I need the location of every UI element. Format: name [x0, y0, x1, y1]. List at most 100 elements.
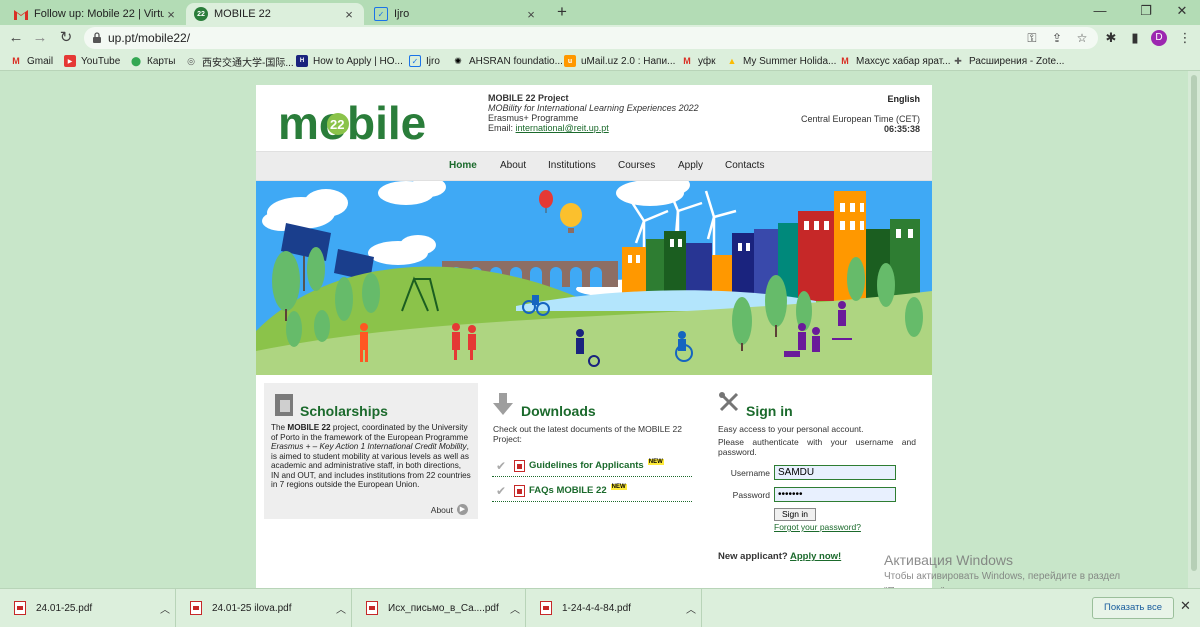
chevron-up-icon[interactable]: ︿	[155, 601, 175, 616]
bookmark-maxsus[interactable]: M Махсус хабар ярат...	[839, 53, 950, 69]
university-icon: ◎	[187, 55, 195, 66]
bookmark-umail[interactable]: u uMail.uz 2.0 : Напи...	[564, 53, 675, 69]
time-value: 06:35:38	[883, 124, 920, 134]
downloads-title: Downloads	[521, 403, 596, 419]
gmail-icon: M	[12, 56, 20, 66]
url-text[interactable]: up.pt/mobile22/	[108, 31, 190, 45]
download-faqs[interactable]: ✔ FAQs MOBILE 22 NEW	[492, 480, 692, 502]
nav-about[interactable]: About	[500, 160, 526, 171]
downloads-card: Downloads Check out the latest documents…	[492, 383, 692, 519]
new-badge: NEW	[610, 483, 627, 490]
gmail-icon: M	[841, 56, 849, 66]
minimize-button[interactable]: —	[1082, 0, 1118, 25]
pdf-icon	[514, 459, 525, 472]
youtube-icon: ▶	[64, 55, 76, 67]
chevron-up-icon[interactable]: ︿	[681, 601, 701, 616]
clock: Central European Time (CET) 06:35:38	[801, 114, 920, 134]
pdf-file-icon	[190, 601, 202, 615]
signin-card: Sign in Easy access to your personal acc…	[718, 383, 928, 573]
mobile22-logo[interactable]: mobile 22	[278, 97, 448, 149]
downloads-bar: 24.01-25.pdf ︿ 24.01-25 ilova.pdf ︿ Исх_…	[0, 588, 1200, 627]
scrollbar-thumb[interactable]	[1191, 75, 1197, 571]
signin-text-2: Please authenticate with your username a…	[718, 437, 916, 457]
download-item[interactable]: 24.01-25.pdf ︿	[0, 589, 176, 627]
back-button[interactable]: ←	[6, 28, 26, 48]
browser-toolbar: ← → ↻ up.pt/mobile22/ ⚿ ⇪ ☆ ✱ ▮ D ⋮	[0, 25, 1200, 51]
bookmark-youtube[interactable]: ▶ YouTube	[64, 53, 120, 69]
nav-apply[interactable]: Apply	[678, 160, 703, 171]
tab-mobile22[interactable]: 22 MOBILE 22 ×	[186, 3, 364, 25]
reload-button[interactable]: ↻	[56, 28, 76, 48]
gmail-icon	[14, 7, 28, 21]
download-guidelines[interactable]: ✔ Guidelines for Applicants NEW	[492, 455, 692, 477]
key-icon[interactable]: ⚿	[1024, 30, 1040, 46]
bookmark-ijro[interactable]: ✓ Ijro	[409, 53, 440, 69]
pdf-file-icon	[14, 601, 26, 615]
project-subtitle: MOBility for International Learning Expe…	[488, 103, 699, 113]
signin-text-1: Easy access to your personal account.	[718, 424, 864, 434]
share-icon[interactable]: ⇪	[1049, 30, 1065, 46]
chevron-up-icon[interactable]: ︿	[331, 601, 351, 616]
new-badge: NEW	[647, 458, 664, 465]
book-icon	[275, 394, 293, 416]
download-item[interactable]: 24.01-25 ilova.pdf ︿	[176, 589, 352, 627]
bookmark-extensions[interactable]: ✚ Расширения - Zote...	[952, 53, 1064, 69]
hero-illustration	[256, 181, 932, 375]
address-bar[interactable]: up.pt/mobile22/ ⚿ ⇪ ☆	[84, 27, 1098, 49]
close-window-button[interactable]: ✕	[1164, 0, 1200, 25]
download-item[interactable]: Исх_письмо_в_Са....pdf ︿	[352, 589, 526, 627]
bookmark-how-to-apply[interactable]: H How to Apply | HO...	[296, 53, 403, 69]
show-all-downloads-button[interactable]: Показать все	[1092, 597, 1174, 619]
forward-button[interactable]: →	[30, 28, 50, 48]
close-downloads-bar-icon[interactable]: ✕	[1180, 598, 1191, 614]
bookmark-ufk[interactable]: Mуфк	[681, 53, 715, 69]
project-title: MOBILE 22 Project	[488, 93, 569, 103]
arrow-left-icon: ←	[8, 29, 24, 46]
email-link[interactable]: international@reit.up.pt	[516, 123, 609, 133]
close-tab-icon[interactable]: ×	[164, 7, 178, 22]
foundation-icon: ✺	[454, 55, 462, 66]
password-input[interactable]: •••••••	[774, 487, 896, 502]
tab-gmail[interactable]: Follow up: Mobile 22 | Virtual Kic ×	[6, 3, 186, 25]
bookmark-gmail[interactable]: M Gmail	[10, 53, 53, 69]
project-email-line: Email: international@reit.up.pt	[488, 123, 609, 133]
menu-icon[interactable]: ⋮	[1176, 29, 1194, 47]
nav-courses[interactable]: Courses	[618, 160, 655, 171]
signin-button[interactable]: Sign in	[774, 508, 816, 521]
bookmark-maps[interactable]: ⬤ Карты	[130, 53, 176, 69]
nav-home[interactable]: Home	[449, 160, 477, 171]
extensions-icon[interactable]: ✱	[1102, 29, 1120, 47]
new-tab-button[interactable]: +	[552, 3, 572, 23]
tools-icon	[719, 392, 739, 412]
maps-icon: ⬤	[130, 55, 142, 66]
forgot-password-link[interactable]: Forgot your password?	[774, 522, 861, 532]
pdf-file-icon	[366, 601, 378, 615]
scholarships-about-link[interactable]: About ▶	[431, 504, 468, 515]
logo-graphic: mobile 22	[278, 97, 426, 149]
chevron-up-icon[interactable]: ︿	[505, 601, 525, 616]
username-input[interactable]	[774, 465, 896, 480]
reload-icon: ↻	[59, 29, 73, 46]
apply-icon: H	[296, 55, 308, 67]
arrow-right-icon: →	[32, 29, 48, 46]
bookmark-ahsran[interactable]: ✺ AHSRAN foundatio...	[452, 53, 563, 69]
apply-now-link[interactable]: Apply now!	[790, 551, 841, 562]
download-item[interactable]: 1-24-4-4-84.pdf ︿	[526, 589, 702, 627]
restore-button[interactable]: ❐	[1128, 0, 1164, 25]
side-panel-icon[interactable]: ▮	[1126, 29, 1144, 47]
page-scrollbar[interactable]	[1188, 71, 1200, 588]
bookmark-university[interactable]: ◎ 西安交通大学-国际...	[185, 53, 294, 69]
tab-ijro[interactable]: ✓ Ijro ×	[366, 3, 546, 25]
close-tab-icon[interactable]: ×	[342, 7, 356, 22]
close-tab-icon[interactable]: ×	[524, 7, 538, 22]
language-link[interactable]: English	[887, 94, 920, 104]
star-icon[interactable]: ☆	[1074, 30, 1090, 46]
nav-institutions[interactable]: Institutions	[548, 160, 596, 171]
nav-contacts[interactable]: Contacts	[725, 160, 764, 171]
bookmark-summer-holiday[interactable]: ▲ My Summer Holida...	[726, 53, 837, 69]
project-info: MOBILE 22 Project MOBility for Internati…	[488, 93, 699, 133]
download-arrow-icon	[493, 393, 513, 415]
downloads-text: Check out the latest documents of the MO…	[493, 424, 682, 444]
scholarships-card: Scholarships The MOBILE 22 project, coor…	[264, 383, 478, 519]
profile-avatar[interactable]: D	[1151, 30, 1167, 46]
